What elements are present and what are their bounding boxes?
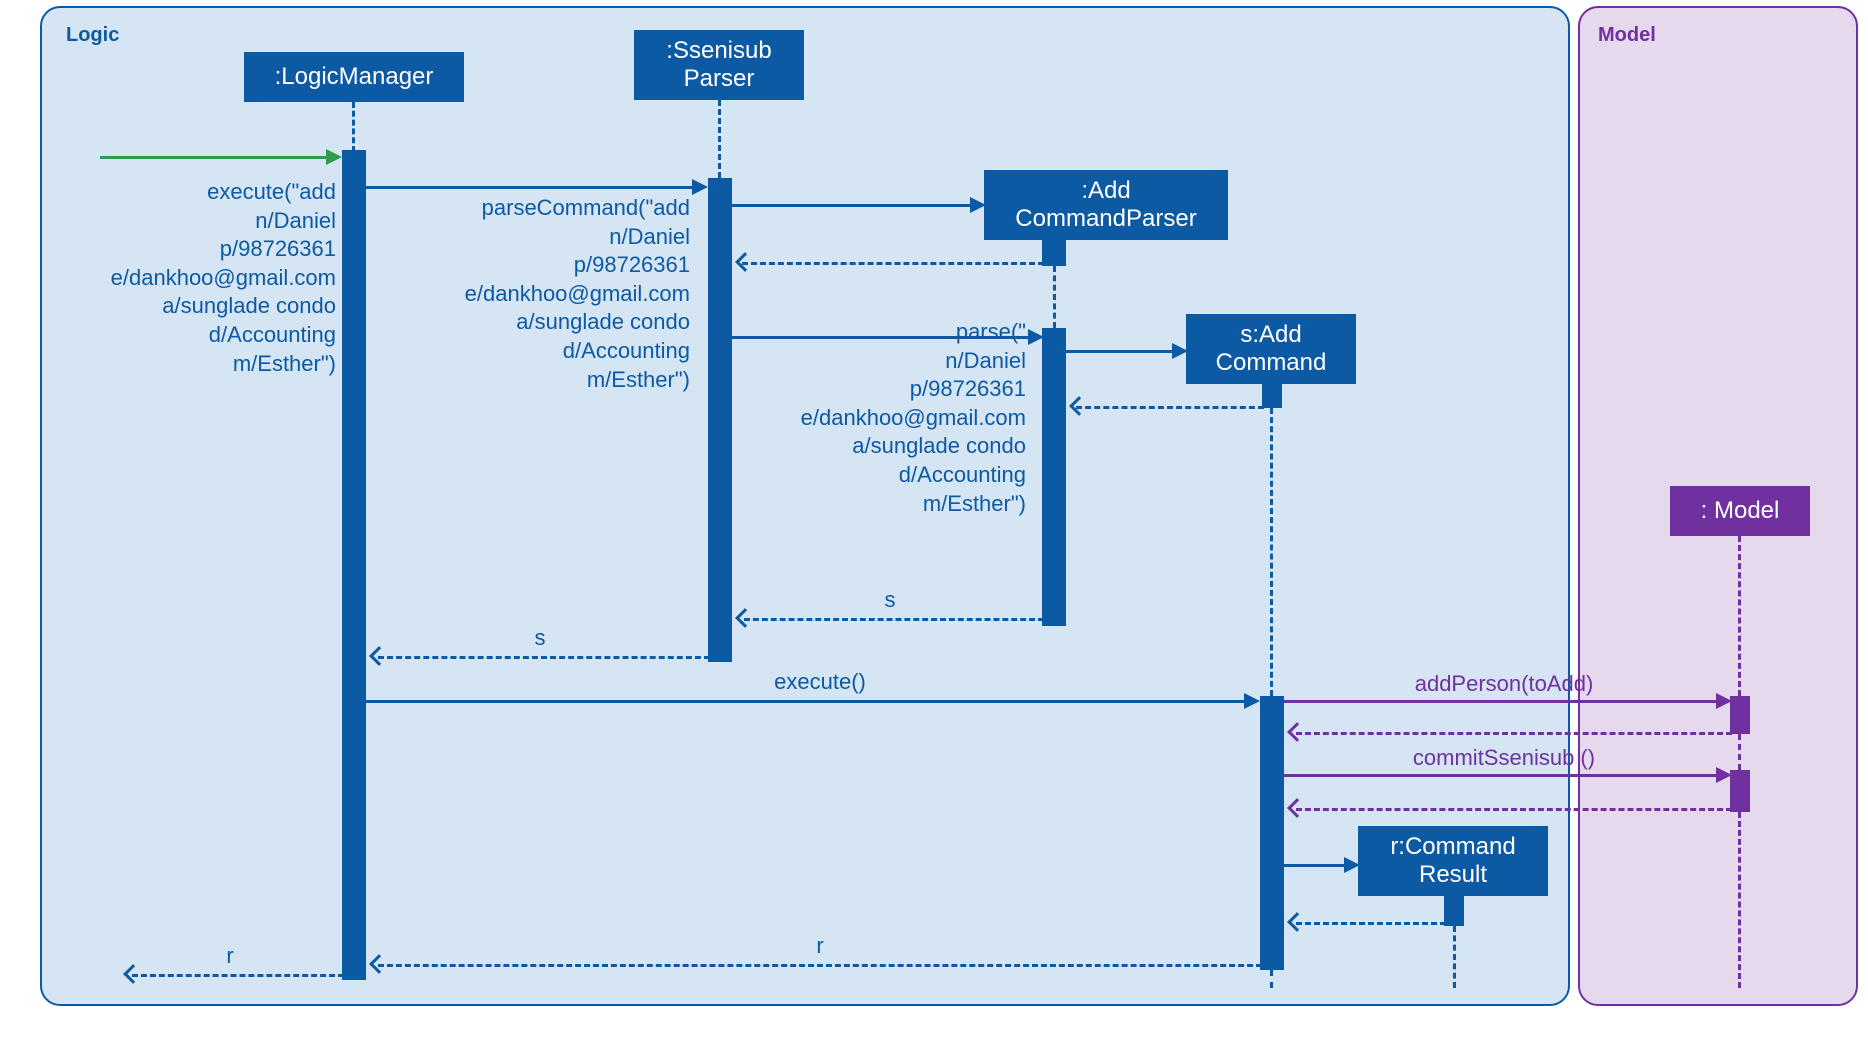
add-person-arrow-head bbox=[1716, 693, 1732, 709]
add-command-label: s:Add Command bbox=[1216, 321, 1327, 377]
return-add-cmd-parser-arrow bbox=[742, 262, 1044, 265]
add-command-parser-head: :Add CommandParser bbox=[984, 170, 1228, 240]
return-s2-arrow bbox=[378, 656, 710, 659]
model-label: : Model bbox=[1701, 497, 1780, 525]
logic-manager-lifeline bbox=[352, 102, 355, 152]
add-command-parser-lifeline-gap bbox=[1053, 266, 1056, 328]
model-activation-2 bbox=[1730, 770, 1750, 812]
logic-manager-head: :LogicManager bbox=[244, 52, 464, 102]
commit-ssenisub-arrow-head bbox=[1716, 767, 1732, 783]
add-person-label: addPerson(toAdd) bbox=[1394, 670, 1614, 699]
add-command-activation-small bbox=[1262, 384, 1282, 408]
execute-call-label: execute() bbox=[760, 668, 880, 697]
commit-ssenisub-arrow bbox=[1284, 774, 1718, 777]
ssenisub-parser-head: :Ssenisub Parser bbox=[634, 30, 804, 100]
add-command-activation bbox=[1260, 696, 1284, 970]
return-r1-arrow bbox=[378, 964, 1262, 967]
entry-arrow bbox=[100, 156, 328, 159]
add-person-arrow bbox=[1284, 700, 1718, 703]
create-add-cmd-parser-arrow-head bbox=[970, 197, 986, 213]
parse-command-arrow bbox=[366, 186, 694, 189]
return-r1-label: r bbox=[800, 932, 840, 961]
commit-ssenisub-label: commitSsenisub () bbox=[1394, 744, 1614, 773]
return-add-person-arrow bbox=[1296, 732, 1732, 735]
parse-command-arrow-head bbox=[692, 179, 708, 195]
return-s1-label: s bbox=[870, 586, 910, 615]
command-result-label: r:Command Result bbox=[1390, 833, 1515, 889]
return-create-add-cmd-arrow bbox=[1076, 406, 1264, 409]
return-r2-label: r bbox=[210, 942, 250, 971]
model-head: : Model bbox=[1670, 486, 1810, 536]
return-r2-arrow bbox=[132, 974, 344, 977]
parse-label: parse(" n/Daniel p/98726361 e/dankhoo@gm… bbox=[756, 318, 1026, 518]
logic-frame-label: Logic bbox=[66, 24, 119, 47]
add-command-parser-activation bbox=[1042, 328, 1066, 626]
command-result-lifeline bbox=[1453, 926, 1456, 988]
execute-add-label: execute("add n/Daniel p/98726361 e/dankh… bbox=[86, 178, 336, 378]
logic-manager-label: :LogicManager bbox=[275, 63, 434, 91]
create-cmd-result-arrow-head bbox=[1344, 857, 1360, 873]
create-cmd-result-arrow bbox=[1284, 864, 1346, 867]
model-frame-label: Model bbox=[1598, 24, 1656, 47]
execute-call-arrow-head bbox=[1244, 693, 1260, 709]
execute-call-arrow bbox=[366, 700, 1246, 703]
return-s2-label: s bbox=[520, 624, 560, 653]
add-command-parser-activation-small bbox=[1042, 240, 1066, 266]
return-commit-arrow bbox=[1296, 808, 1732, 811]
model-lifeline-1 bbox=[1738, 536, 1741, 696]
parse-arrow-head bbox=[1028, 329, 1044, 345]
model-lifeline-3 bbox=[1738, 812, 1741, 988]
parse-command-label: parseCommand("add n/Daniel p/98726361 e/… bbox=[390, 194, 690, 394]
create-add-cmd-arrow-head bbox=[1172, 343, 1188, 359]
command-result-head: r:Command Result bbox=[1358, 826, 1548, 896]
create-add-cmd-parser-arrow bbox=[732, 204, 972, 207]
ssenisub-parser-activation bbox=[708, 178, 732, 662]
return-cmd-result-arrow bbox=[1296, 922, 1446, 925]
logic-manager-activation bbox=[342, 150, 366, 980]
ssenisub-parser-lifeline bbox=[718, 100, 721, 178]
command-result-activation bbox=[1444, 896, 1464, 926]
add-command-lifeline-2 bbox=[1270, 970, 1273, 988]
add-command-head: s:Add Command bbox=[1186, 314, 1356, 384]
create-add-cmd-arrow bbox=[1066, 350, 1174, 353]
entry-arrow-head bbox=[326, 149, 342, 165]
add-command-lifeline-1 bbox=[1270, 408, 1273, 696]
model-lifeline-2 bbox=[1738, 734, 1741, 770]
add-command-parser-label: :Add CommandParser bbox=[1015, 177, 1196, 233]
return-s1-arrow bbox=[744, 618, 1044, 621]
model-activation-1 bbox=[1730, 696, 1750, 734]
ssenisub-parser-label: :Ssenisub Parser bbox=[666, 37, 771, 93]
